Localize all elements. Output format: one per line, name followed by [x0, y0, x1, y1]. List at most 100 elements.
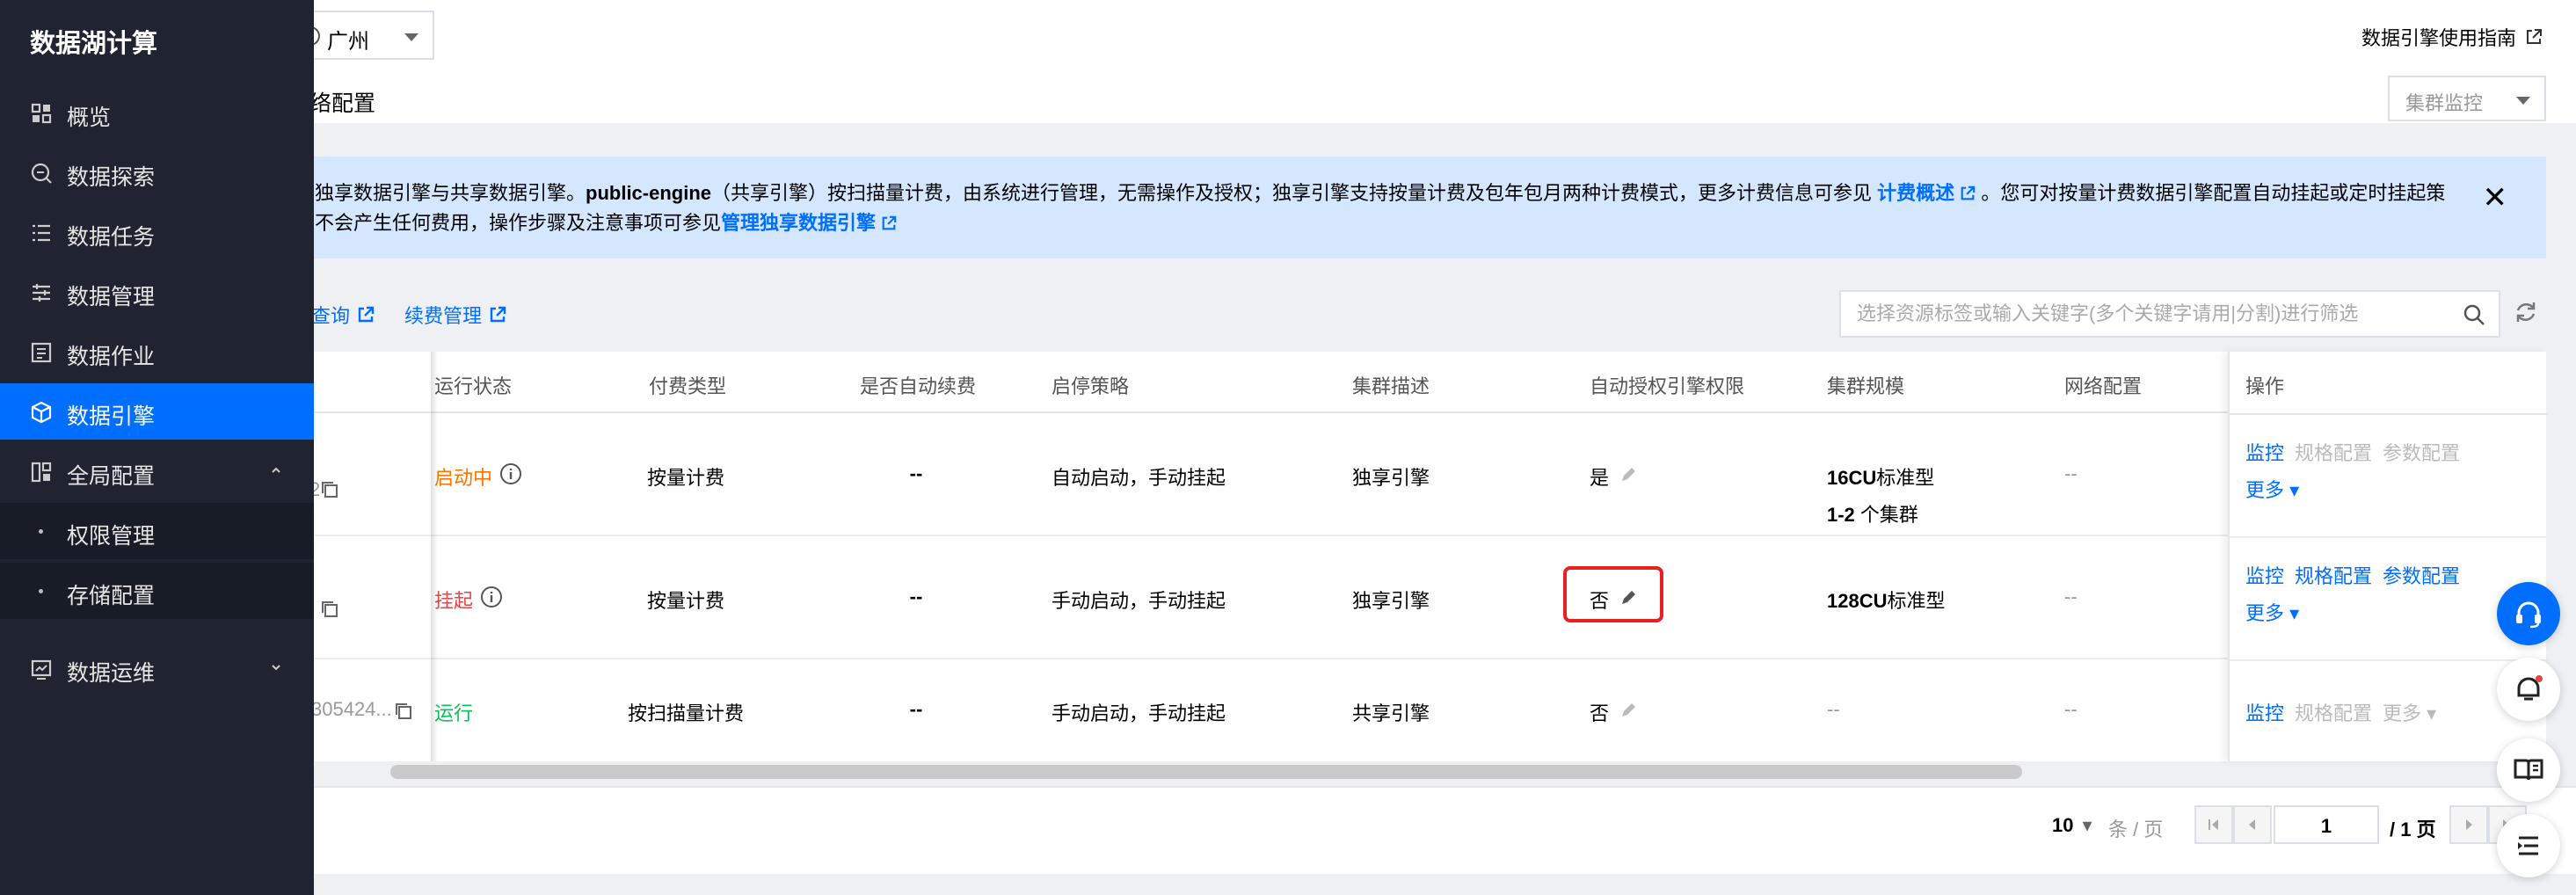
sidebar-subitem-storage[interactable]: 存储配置	[0, 563, 314, 619]
caret-down-icon	[404, 33, 418, 41]
total-pages-text: / 1 页	[2390, 819, 2436, 840]
query-link-label: 查询	[311, 305, 351, 327]
prev-page-button[interactable]	[2233, 805, 2272, 844]
info-icon[interactable]	[480, 586, 503, 608]
docs-button[interactable]	[2497, 739, 2560, 802]
sidebar-item-tasks[interactable]: 数据任务	[0, 204, 314, 260]
col-header: 集群规模	[1827, 375, 1905, 397]
sidebar-item-label: 数据运维	[67, 661, 156, 686]
sidebar-item-explore[interactable]: 数据探索	[0, 144, 314, 200]
copy-icon[interactable]	[394, 702, 413, 721]
page-number-input[interactable]: 1	[2274, 805, 2379, 844]
col-header-operations: 操作	[2245, 375, 2285, 397]
cluster-count-range: 1-2	[1827, 504, 1855, 526]
more-dropdown[interactable]: 更多 ▾	[2383, 698, 2436, 726]
scale-cu: 128CU	[1827, 590, 1888, 612]
spec-config-link[interactable]: 规格配置	[2295, 561, 2372, 589]
monitor-link[interactable]: 监控	[2245, 698, 2284, 726]
book-icon	[2514, 759, 2543, 781]
guide-link[interactable]: 数据引擎使用指南	[2361, 23, 2543, 51]
edit-icon[interactable]	[1619, 702, 1637, 719]
manage-engine-link[interactable]: 管理独享数据引擎	[721, 212, 876, 234]
param-config-link[interactable]: 参数配置	[2383, 561, 2460, 589]
customer-service-button[interactable]	[2497, 582, 2560, 645]
resource-search[interactable]	[1839, 290, 2500, 338]
sidebar-item-label: 数据任务	[67, 225, 156, 250]
sidebar-subitem-permissions[interactable]: 权限管理	[0, 503, 314, 559]
sidebar-item-overview[interactable]: 概览	[0, 84, 314, 141]
caret-down-icon	[2516, 97, 2530, 105]
page-size-select[interactable]: 10 ▾	[2052, 814, 2092, 837]
pagination: 10 ▾ 条 / 页 1 / 1 页	[0, 786, 2576, 874]
copy-icon[interactable]	[320, 480, 339, 499]
pay-type: 按扫描量计费	[627, 702, 745, 724]
more-dropdown[interactable]: 更多 ▾	[2245, 475, 2299, 503]
more-label: 更多	[2245, 602, 2285, 624]
sidebar-subitem-label: 存储配置	[67, 584, 156, 608]
notification-button[interactable]	[2497, 658, 2560, 721]
fixed-column-divider	[431, 352, 438, 761]
sidebar-item-jobs[interactable]: 数据作业	[0, 324, 314, 380]
top-bar: 广州 数据引擎使用指南 络配置 集群监控	[0, 0, 2576, 123]
close-icon[interactable]: ✕	[2483, 183, 2508, 213]
chevron-up-icon	[272, 467, 280, 473]
info-icon[interactable]	[499, 462, 522, 485]
external-link-icon	[882, 215, 897, 230]
sidebar-item-label: 数据引擎	[67, 404, 156, 429]
cluster-desc: 共享引擎	[1352, 702, 1430, 724]
first-page-icon	[2209, 819, 2218, 830]
monitor-link[interactable]: 监控	[2245, 438, 2284, 466]
col-header: 自动授权引擎权限	[1590, 375, 1745, 397]
notice-text: 不会产生任何费用，操作步骤及注意事项可参见	[315, 212, 722, 234]
renewal-management-link[interactable]: 续费管理	[404, 301, 506, 329]
param-config-link[interactable]: 参数配置	[2383, 438, 2460, 466]
chevron-right-icon	[2466, 819, 2472, 830]
scale-cu: 16CU	[1827, 467, 1877, 489]
tab-network-config[interactable]: 络配置	[309, 86, 375, 118]
search-icon[interactable]	[2462, 302, 2486, 327]
menu-toggle-button[interactable]	[2497, 814, 2560, 877]
auto-renew: --	[909, 586, 923, 608]
next-page-button[interactable]	[2449, 805, 2488, 844]
external-link-icon	[358, 306, 375, 323]
global-config-icon	[31, 462, 52, 483]
auto-renew: --	[909, 698, 923, 720]
col-header: 是否自动续费	[860, 375, 977, 397]
monitor-link[interactable]: 监控	[2245, 561, 2284, 589]
copy-icon[interactable]	[320, 600, 339, 619]
engine-table: 运行状态 付费类型 是否自动续费 启停策略 集群描述 自动授权引擎权限 集群规模…	[0, 352, 2548, 761]
spec-config-link[interactable]: 规格配置	[2295, 698, 2372, 726]
query-link[interactable]: 查询	[311, 301, 375, 329]
spec-config-link[interactable]: 规格配置	[2295, 438, 2372, 466]
horizontal-scrollbar[interactable]	[390, 765, 2022, 779]
first-page-button[interactable]	[2194, 805, 2233, 844]
caret-down-icon: ▾	[2289, 602, 2300, 624]
table-row: 305424... 运行 按扫描量计费 -- 手动启动，手动挂起 共享引擎 否 …	[0, 659, 2546, 761]
job-icon	[31, 342, 52, 363]
auto-auth-value: 否	[1590, 702, 1610, 724]
sidebar-item-global-config[interactable]: 全局配置	[0, 443, 314, 499]
refresh-icon[interactable]	[2513, 299, 2539, 325]
edit-icon[interactable]	[1619, 466, 1637, 484]
sidebar-item-ops[interactable]: 数据运维	[0, 640, 314, 696]
start-stop-strategy: 自动启动，手动挂起	[1052, 467, 1226, 489]
sidebar-item-label: 数据探索	[67, 165, 156, 190]
sidebar-item-data-manage[interactable]: 数据管理	[0, 264, 314, 320]
search-input[interactable]	[1857, 302, 2428, 325]
start-stop-strategy: 手动启动，手动挂起	[1052, 590, 1226, 612]
cluster-monitor-select[interactable]: 集群监控	[2388, 76, 2546, 121]
bullet-icon	[39, 589, 43, 593]
product-title: 数据湖计算	[30, 30, 158, 58]
network-config: --	[2064, 462, 2078, 484]
notice-line-1: 独享数据引擎与共享数据引擎。public-engine（共享引擎）按扫描量计费，…	[315, 178, 2445, 206]
more-dropdown[interactable]: 更多 ▾	[2245, 598, 2299, 626]
billing-overview-link[interactable]: 计费概述	[1877, 182, 1954, 204]
external-link-icon	[490, 306, 506, 323]
cluster-count: 1-2 个集群	[1827, 499, 1918, 528]
col-header: 集群描述	[1352, 375, 1430, 397]
sidebar-item-engine[interactable]: 数据引擎	[0, 383, 314, 440]
auto-auth-value: 是	[1590, 467, 1610, 489]
network-config: --	[2064, 698, 2078, 720]
ops-icon	[31, 659, 52, 680]
notice-line-2: 不会产生任何费用，操作步骤及注意事项可参见管理独享数据引擎	[315, 207, 897, 236]
